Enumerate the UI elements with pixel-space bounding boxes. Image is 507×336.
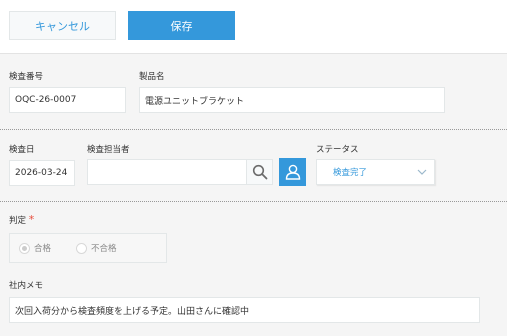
status-select[interactable]: 検査完了: [316, 159, 435, 185]
status-label: ステータス: [316, 145, 359, 155]
judgement-option-pass[interactable]: 合格: [19, 242, 51, 254]
product-name-field[interactable]: 電源ユニットブラケット: [139, 87, 445, 113]
judgement-label-text: 判定: [9, 216, 27, 226]
option-label: 合格: [34, 244, 52, 254]
inspection-no-field[interactable]: OQC-26-0007: [9, 87, 126, 113]
inspector-search-button[interactable]: [246, 159, 273, 185]
judgement-option-fail[interactable]: 不合格: [76, 242, 117, 254]
radio-button-checked[interactable]: [19, 242, 30, 254]
section-divider: [0, 129, 507, 130]
search-icon: [252, 164, 267, 180]
user-icon: [285, 164, 300, 180]
status-selected-value: 検査完了: [333, 168, 368, 178]
required-mark: *: [28, 213, 35, 226]
chevron-down-icon: [417, 169, 427, 175]
section-divider: [0, 201, 507, 202]
memo-field[interactable]: 次回入荷分から検査頻度を上げる予定。山田さんに確認中: [9, 297, 480, 323]
inspector-field[interactable]: [87, 159, 247, 185]
judgement-radio-group: 合格 不合格: [9, 233, 167, 263]
judgement-label: 判定 *: [9, 213, 34, 226]
inspector-user-picker-button[interactable]: [279, 158, 306, 186]
save-button[interactable]: 保存: [128, 11, 235, 40]
inspector-label: 検査担当者: [87, 145, 130, 155]
memo-label: 社内メモ: [9, 281, 44, 291]
radio-button[interactable]: [76, 242, 87, 254]
inspection-date-label: 検査日: [9, 145, 35, 155]
toolbar: キャンセル 保存: [0, 0, 507, 54]
cancel-button[interactable]: キャンセル: [9, 11, 116, 40]
product-name-label: 製品名: [139, 72, 165, 82]
option-label: 不合格: [91, 244, 117, 254]
inspection-no-label: 検査番号: [9, 72, 44, 82]
inspection-date-field[interactable]: 2026-03-24: [9, 160, 75, 186]
